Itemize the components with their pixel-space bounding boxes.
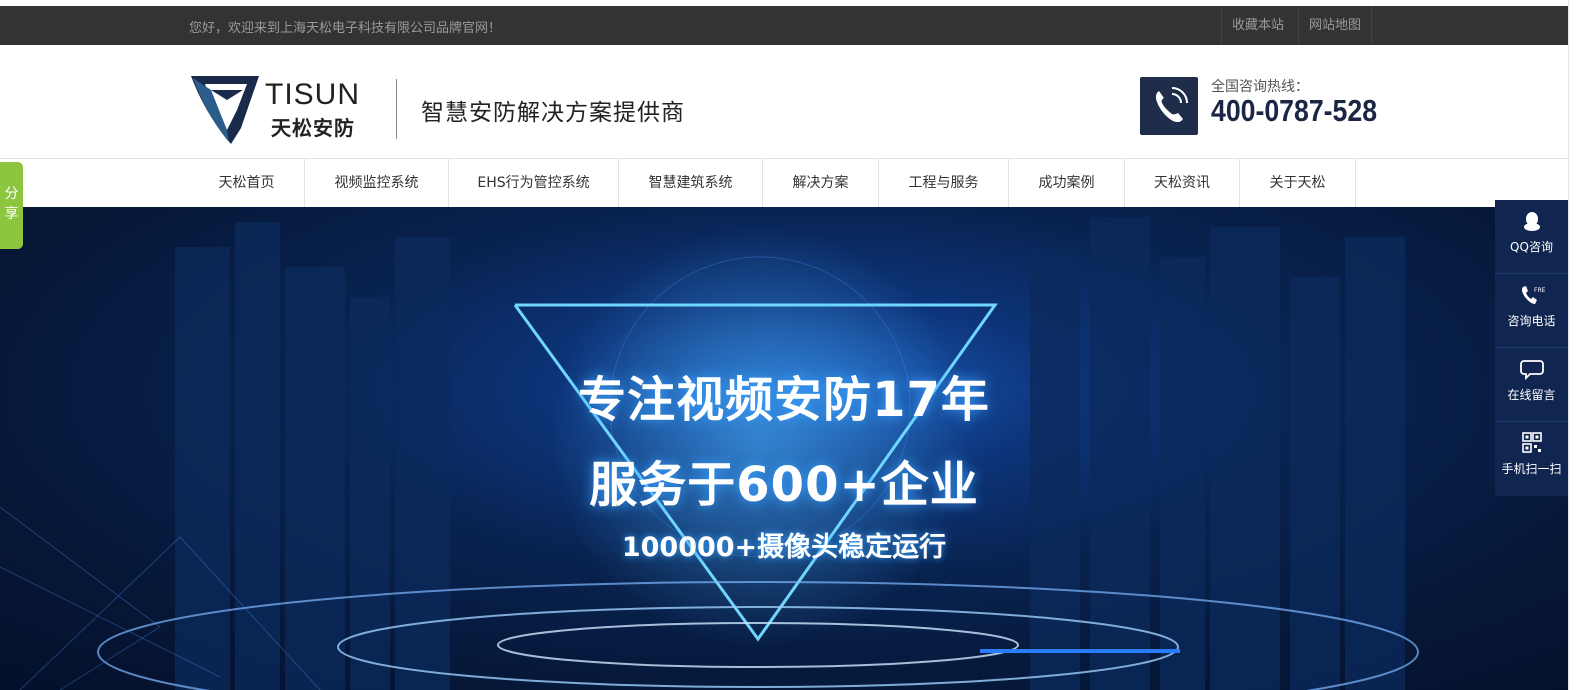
nav-item-smart-building[interactable]: 智慧建筑系统 (619, 159, 763, 207)
logo-shield-icon (191, 76, 259, 144)
nav-item-cases[interactable]: 成功案例 (1009, 159, 1125, 207)
qr-code-icon (1522, 432, 1542, 453)
banner-headline-2: 服务于600+企业 (589, 457, 979, 513)
nav-item-news[interactable]: 天松资讯 (1125, 159, 1240, 207)
nav-item-home[interactable]: 天松首页 (189, 159, 305, 207)
hero-banner[interactable]: 专注视频安防17年 服务于600+企业 100000+摄像头稳定运行 (0, 207, 1568, 690)
nav-item-video-surveillance[interactable]: 视频监控系统 (305, 159, 449, 207)
welcome-text: 您好，欢迎来到上海天松电子科技有限公司品牌官网！ (189, 21, 502, 36)
chat-bubble-icon (1520, 360, 1544, 380)
float-label-message: 在线留言 (1507, 388, 1556, 402)
bookmark-link[interactable]: 收藏本站 (1221, 6, 1294, 45)
logo-wordmark: TISUN (265, 78, 360, 111)
nav-item-engineering[interactable]: 工程与服务 (879, 159, 1009, 207)
phone-icon (1140, 77, 1198, 135)
float-item-qrcode[interactable]: 手机扫一扫 (1495, 422, 1568, 495)
header-divider (396, 79, 397, 139)
qq-icon (1524, 212, 1540, 231)
floating-service-panel: QQ咨询 FREE 咨询电话 在线留言 手机扫一扫 (1495, 200, 1568, 496)
main-nav: 天松首页 视频监控系统 EHS行为管控系统 智慧建筑系统 解决方案 工程与服务 … (0, 159, 1568, 207)
float-label-qrcode: 手机扫一扫 (1501, 462, 1562, 476)
float-label-phone: 咨询电话 (1507, 314, 1556, 328)
site-header: TISUN 天松安防 智慧安防解决方案提供商 全国咨询热线： 400-0787-… (0, 45, 1568, 159)
float-label-qq: QQ咨询 (1510, 240, 1553, 254)
nav-item-ehs[interactable]: EHS行为管控系统 (449, 159, 619, 207)
banner-subline: 100000+摄像头稳定运行 (621, 532, 947, 563)
slogan: 智慧安防解决方案提供商 (421, 100, 685, 126)
float-item-message[interactable]: 在线留言 (1495, 348, 1568, 422)
phone-free-icon: FREE (1521, 286, 1545, 304)
banner-headline-1: 专注视频安防17年 (578, 372, 990, 428)
top-bar: 您好，欢迎来到上海天松电子科技有限公司品牌官网！ 收藏本站 网站地图 (0, 6, 1568, 45)
float-item-qq[interactable]: QQ咨询 (1495, 200, 1568, 274)
logo-subtitle: 天松安防 (271, 116, 355, 140)
share-label: 分享 (4, 186, 19, 222)
nav-item-about[interactable]: 关于天松 (1240, 159, 1356, 207)
logo[interactable]: TISUN 天松安防 (189, 72, 369, 144)
sitemap-link[interactable]: 网站地图 (1298, 6, 1373, 45)
share-tab[interactable]: 分享 (0, 162, 23, 249)
float-item-phone[interactable]: FREE 咨询电话 (1495, 274, 1568, 348)
page-scrollbar-area[interactable] (1568, 0, 1583, 690)
nav-item-solutions[interactable]: 解决方案 (763, 159, 879, 207)
svg-text:FREE: FREE (1534, 287, 1545, 294)
hotline-number: 400-0787-528 (1211, 93, 1378, 128)
